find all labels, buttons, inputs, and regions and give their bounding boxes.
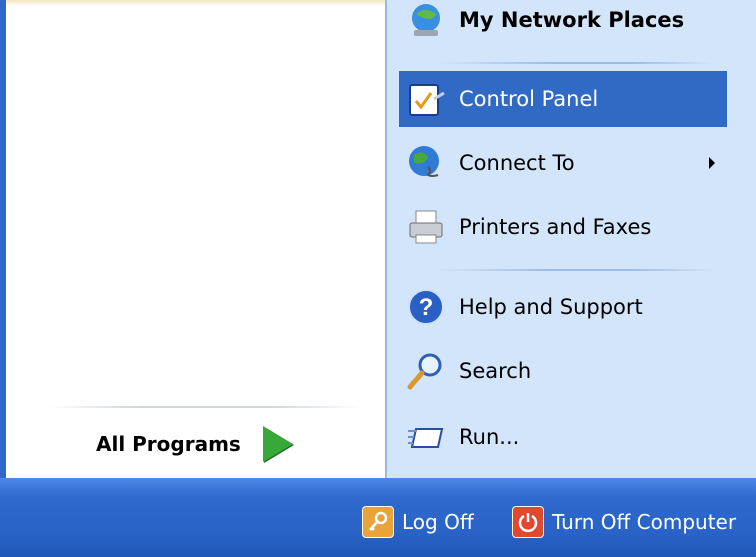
menu-item-label: Printers and Faxes: [459, 215, 652, 239]
menu-item-help-and-support[interactable]: ? Help and Support: [399, 279, 727, 335]
places-panel: My Network Places Control Panel Connect …: [385, 0, 756, 478]
menu-item-label: Search: [459, 359, 532, 383]
turn-off-computer-button[interactable]: Turn Off Computer: [512, 504, 736, 540]
printer-icon: [403, 204, 449, 250]
menu-item-label: Control Panel: [459, 87, 599, 111]
network-places-icon: [403, 0, 449, 43]
control-panel-icon: [403, 76, 449, 122]
svg-text:?: ?: [419, 294, 434, 321]
start-menu: All Programs My Network Places Control P…: [0, 0, 756, 557]
key-icon: [362, 506, 394, 538]
log-off-label: Log Off: [402, 510, 474, 534]
run-icon: [403, 414, 449, 460]
menu-item-my-network-places[interactable]: My Network Places: [399, 0, 727, 48]
all-programs-button[interactable]: All Programs: [96, 423, 293, 465]
bottom-bar: Log Off Turn Off Computer: [0, 478, 756, 557]
menu-item-control-panel[interactable]: Control Panel: [399, 71, 727, 127]
menu-item-label: Help and Support: [459, 295, 643, 319]
log-off-button[interactable]: Log Off: [362, 504, 474, 540]
power-icon: [512, 506, 544, 538]
all-programs-label: All Programs: [96, 432, 241, 456]
connect-to-icon: [403, 140, 449, 186]
separator: [437, 269, 717, 271]
menu-item-search[interactable]: Search: [399, 343, 727, 399]
turn-off-label: Turn Off Computer: [552, 510, 737, 534]
separator: [437, 62, 717, 64]
top-divider: [6, 0, 385, 6]
menu-item-label: Connect To: [459, 151, 575, 175]
green-arrow-icon: [262, 426, 293, 462]
submenu-arrow-icon: [709, 157, 715, 169]
menu-item-label: My Network Places: [459, 8, 685, 32]
menu-item-run[interactable]: Run...: [399, 409, 727, 465]
all-programs-separator: [48, 406, 363, 408]
menu-item-connect-to[interactable]: Connect To: [399, 135, 727, 191]
search-icon: [403, 348, 449, 394]
pinned-programs-panel: All Programs: [0, 0, 385, 478]
help-icon: ?: [403, 284, 449, 330]
menu-item-label: Run...: [459, 425, 520, 449]
menu-item-printers-and-faxes[interactable]: Printers and Faxes: [399, 199, 727, 255]
